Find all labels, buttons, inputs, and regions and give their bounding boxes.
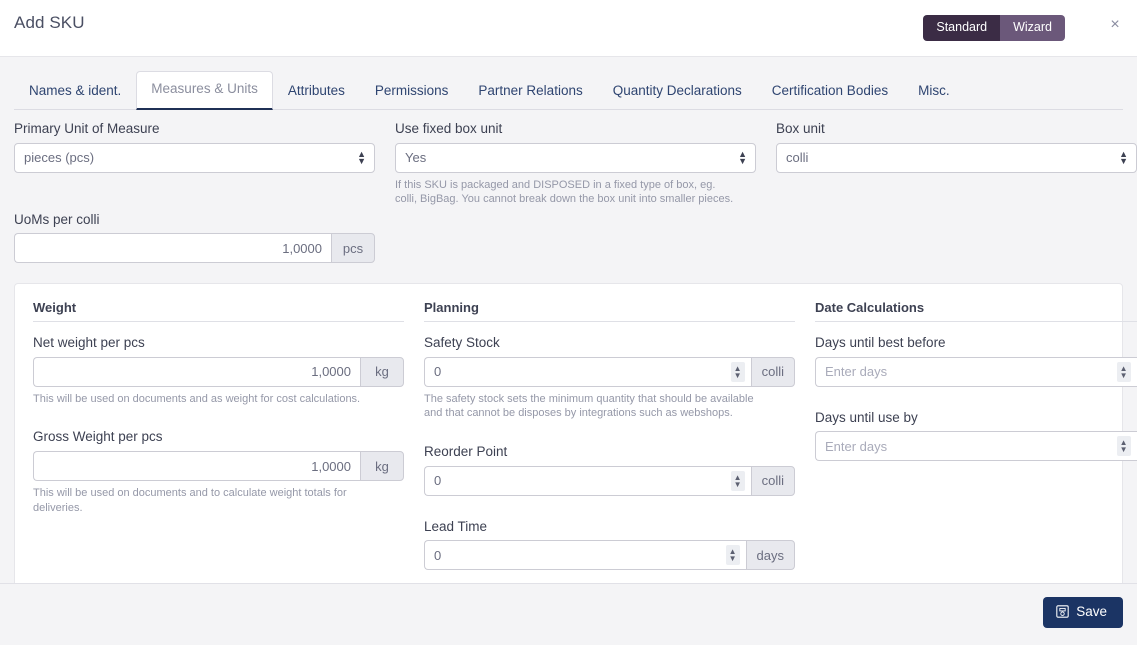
fixed-box-unit-group: Use fixed box unit Yes ▲▼ If this SKU is… <box>395 120 756 263</box>
reorder-point-input[interactable] <box>424 466 751 496</box>
fixed-box-unit-select[interactable]: Yes <box>395 143 756 173</box>
net-weight-block: Net weight per pcs kg This will be used … <box>33 334 404 406</box>
uoms-per-colli-label: UoMs per colli <box>14 211 375 229</box>
reorder-point-unit: colli <box>751 466 795 496</box>
details-grid: Weight Net weight per pcs kg This will b… <box>33 300 1104 584</box>
tab-partner-relations[interactable]: Partner Relations <box>463 73 597 110</box>
safety-stock-help: The safety stock sets the minimum quanti… <box>424 392 764 422</box>
best-before-stepper-icon[interactable]: ▲▼ <box>1117 362 1131 382</box>
close-icon[interactable]: × <box>1104 14 1126 36</box>
safety-stock-label: Safety Stock <box>424 334 795 352</box>
uoms-per-colli-group: pcs <box>14 233 375 263</box>
lead-time-unit: days <box>746 540 795 570</box>
use-by-input[interactable] <box>815 431 1137 461</box>
box-unit-group: Box unit colli ▲▼ <box>776 120 1137 263</box>
gross-weight-input[interactable] <box>33 451 360 481</box>
gross-weight-unit: kg <box>360 451 404 481</box>
reorder-point-label: Reorder Point <box>424 443 795 461</box>
mode-wizard-button[interactable]: Wizard <box>1000 15 1065 41</box>
tab-list: Names & ident.Measures & UnitsAttributes… <box>14 73 1123 110</box>
box-unit-label: Box unit <box>776 120 1137 138</box>
tab-permissions[interactable]: Permissions <box>360 73 464 110</box>
planning-section-title: Planning <box>424 300 795 322</box>
safety-stock-block: Safety Stock ▲▼ colli The safety stock s… <box>424 334 795 421</box>
uoms-per-colli-unit: pcs <box>331 233 375 263</box>
safety-stock-input[interactable] <box>424 357 751 387</box>
use-by-stepper-icon[interactable]: ▲▼ <box>1117 436 1131 456</box>
tab-quantity-declarations[interactable]: Quantity Declarations <box>598 73 757 110</box>
details-card: Weight Net weight per pcs kg This will b… <box>14 283 1123 605</box>
tab-attributes[interactable]: Attributes <box>273 73 360 110</box>
best-before-block: Days until best before ▲▼ days <box>815 334 1137 387</box>
lead-time-block: Lead Time ▲▼ days <box>424 518 795 571</box>
weight-section: Weight Net weight per pcs kg This will b… <box>33 300 404 584</box>
primary-uom-label: Primary Unit of Measure <box>14 120 375 138</box>
save-floppy-icon <box>1056 605 1069 618</box>
primary-uom-group: Primary Unit of Measure pieces (pcs) ▲▼ … <box>14 120 375 263</box>
save-button-label: Save <box>1076 605 1107 619</box>
modal-footer: Save <box>0 583 1137 645</box>
date-calculations-section-title: Date Calculations <box>815 300 1137 322</box>
gross-weight-label: Gross Weight per pcs <box>33 428 404 446</box>
lead-time-stepper-icon[interactable]: ▲▼ <box>726 545 740 565</box>
lead-time-label: Lead Time <box>424 518 795 536</box>
fixed-box-unit-label: Use fixed box unit <box>395 120 756 138</box>
net-weight-label: Net weight per pcs <box>33 334 404 352</box>
top-field-grid: Primary Unit of Measure pieces (pcs) ▲▼ … <box>14 110 1123 263</box>
lead-time-input[interactable] <box>424 540 746 570</box>
tab-names-ident[interactable]: Names & ident. <box>14 73 136 110</box>
safety-stock-stepper-icon[interactable]: ▲▼ <box>731 362 745 382</box>
mode-standard-button[interactable]: Standard <box>923 15 1000 41</box>
tab-certification-bodies[interactable]: Certification Bodies <box>757 73 903 110</box>
best-before-label: Days until best before <box>815 334 1137 352</box>
net-weight-help: This will be used on documents and as we… <box>33 392 373 407</box>
weight-section-title: Weight <box>33 300 404 322</box>
save-button[interactable]: Save <box>1043 597 1123 628</box>
reorder-point-block: Reorder Point ▲▼ colli <box>424 443 795 496</box>
best-before-input[interactable] <box>815 357 1137 387</box>
use-by-label: Days until use by <box>815 409 1137 427</box>
planning-section: Planning Safety Stock ▲▼ colli The safet… <box>424 300 795 584</box>
form-body: Primary Unit of Measure pieces (pcs) ▲▼ … <box>0 110 1137 605</box>
page-title: Add SKU <box>14 13 85 33</box>
reorder-point-stepper-icon[interactable]: ▲▼ <box>731 471 745 491</box>
net-weight-unit: kg <box>360 357 404 387</box>
safety-stock-unit: colli <box>751 357 795 387</box>
use-by-block: Days until use by ▲▼ days <box>815 409 1137 462</box>
gross-weight-block: Gross Weight per pcs kg This will be use… <box>33 428 404 515</box>
gross-weight-help: This will be used on documents and to ca… <box>33 486 373 516</box>
fixed-box-unit-help: If this SKU is packaged and DISPOSED in … <box>395 178 735 208</box>
tab-bar: Names & ident.Measures & UnitsAttributes… <box>0 57 1137 110</box>
tab-misc[interactable]: Misc. <box>903 73 965 110</box>
uoms-per-colli-input[interactable] <box>14 233 331 263</box>
box-unit-select[interactable]: colli <box>776 143 1137 173</box>
modal-header: Add SKU Standard Wizard × <box>0 0 1137 57</box>
primary-uom-select[interactable]: pieces (pcs) <box>14 143 375 173</box>
net-weight-input[interactable] <box>33 357 360 387</box>
mode-toggle-group[interactable]: Standard Wizard <box>923 15 1065 41</box>
date-calculations-section: Date Calculations Days until best before… <box>815 300 1137 584</box>
tab-measures-units[interactable]: Measures & Units <box>136 71 273 110</box>
